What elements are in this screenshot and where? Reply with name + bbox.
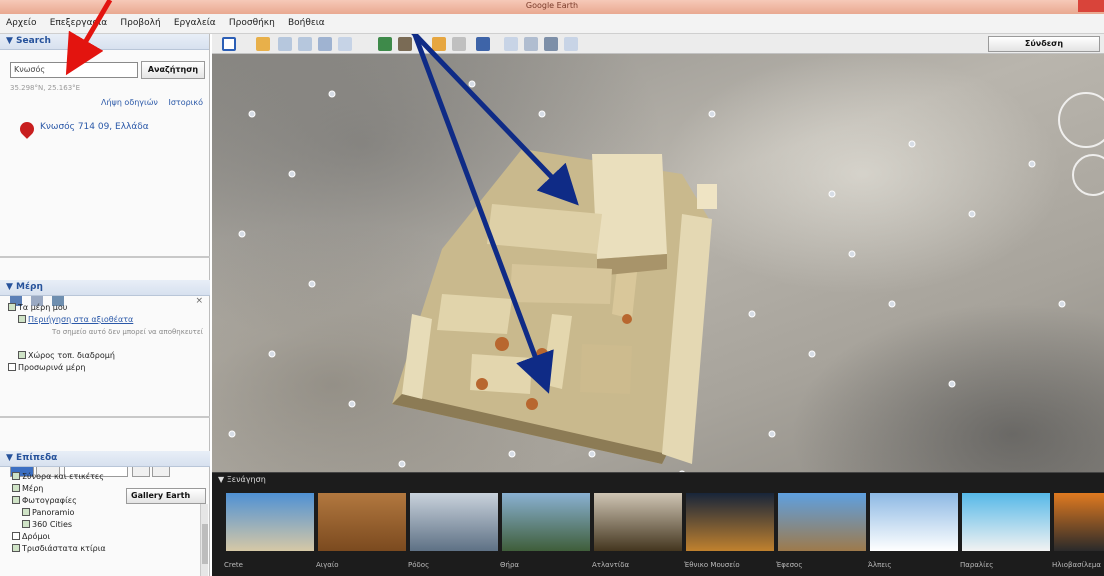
left-sidebar: ▼ Search Κνωσός Αναζήτηση 35.298°N, 25.1… bbox=[0, 34, 210, 576]
search-coordinates: 35.298°N, 25.163°E bbox=[10, 84, 81, 92]
layer-item[interactable]: Panoramio bbox=[12, 507, 106, 519]
tree-note: Το σημείο αυτό δεν μπορεί να αποθηκευτεί bbox=[52, 328, 204, 336]
tree-item[interactable]: Χώρος τοπ. διαδρομή bbox=[8, 350, 203, 362]
menu-help[interactable]: Βοήθεια bbox=[282, 14, 329, 28]
tour-caption: Ηλιοβασίλεμα bbox=[1052, 561, 1101, 569]
layers-tree: Σύνορα και ετικέτες Μέρη Φωτογραφίες Pan… bbox=[12, 471, 106, 555]
tour-caption: Παραλίες bbox=[960, 561, 994, 569]
places-tree: Τα μέρη μου Περιήγηση στα αξιοθέατα Το σ… bbox=[8, 302, 203, 374]
layers-panel-header[interactable]: ▼ Επίπεδα bbox=[0, 451, 210, 467]
tour-thumb[interactable] bbox=[502, 493, 590, 551]
history-link[interactable]: Ιστορικό bbox=[168, 98, 203, 107]
tour-thumb[interactable] bbox=[594, 493, 682, 551]
tour-thumbnails bbox=[218, 493, 1104, 553]
tour-thumb[interactable] bbox=[962, 493, 1050, 551]
layer-item[interactable]: Μέρη bbox=[12, 483, 106, 495]
annotation-arrow-red bbox=[65, 0, 113, 76]
layers-scrollbar[interactable] bbox=[200, 504, 208, 576]
tour-caption: Αιγαίο bbox=[316, 561, 339, 569]
tour-header[interactable]: ▼ Ξενάγηση bbox=[212, 473, 1104, 487]
gallery-button[interactable]: Gallery Earth bbox=[126, 488, 206, 504]
panel-divider bbox=[0, 416, 210, 418]
layer-item[interactable]: Φωτογραφίες bbox=[12, 495, 106, 507]
search-links: Λήψη οδηγιών Ιστορικό bbox=[93, 98, 203, 107]
directions-link[interactable]: Λήψη οδηγιών bbox=[101, 98, 158, 107]
layer-item[interactable]: Σύνορα και ετικέτες bbox=[12, 471, 106, 483]
tour-strip: ▼ Ξενάγηση Crete Αιγαίο Ρόδος Θήρα Ατλαν… bbox=[212, 472, 1104, 576]
tour-caption: Crete bbox=[224, 561, 243, 569]
layer-item[interactable]: Τρισδιάστατα κτίρια bbox=[12, 543, 106, 555]
arrow-lower bbox=[412, 34, 554, 394]
result-pin-icon bbox=[17, 119, 37, 139]
tour-caption: Ατλαντίδα bbox=[592, 561, 630, 569]
tour-thumb[interactable] bbox=[686, 493, 774, 551]
places-panel-header[interactable]: ▼ Μέρη bbox=[0, 280, 210, 296]
menu-add[interactable]: Προσθήκη bbox=[223, 14, 279, 28]
tour-caption: Άλπεις bbox=[868, 561, 892, 569]
panel-divider bbox=[0, 256, 210, 258]
tour-thumb[interactable] bbox=[1054, 493, 1104, 551]
map-area: Σύνδεση ▼ Ξενάγηση Crete Αιγαίο Ρόδος Θή… bbox=[212, 34, 1104, 576]
close-window-button[interactable] bbox=[1078, 0, 1104, 12]
tree-item[interactable]: Προσωρινά μέρη bbox=[8, 362, 203, 374]
search-result[interactable]: Κνωσός 714 09, Ελλάδα bbox=[40, 122, 149, 132]
tour-caption: Έθνικο Μουσείο bbox=[684, 561, 740, 569]
tree-item[interactable]: Τα μέρη μου bbox=[8, 302, 203, 314]
tree-item[interactable]: Περιήγηση στα αξιοθέατα bbox=[8, 314, 203, 326]
tour-thumb[interactable] bbox=[410, 493, 498, 551]
annotation-arrows bbox=[411, 34, 579, 394]
layer-item[interactable]: 360 Cities bbox=[12, 519, 106, 531]
arrow-upper bbox=[411, 34, 579, 206]
tour-thumb[interactable] bbox=[778, 493, 866, 551]
tour-caption: Έφεσος bbox=[776, 561, 803, 569]
tour-caption: Ρόδος bbox=[408, 561, 430, 569]
tour-thumb[interactable] bbox=[870, 493, 958, 551]
layer-item[interactable]: Δρόμοι bbox=[12, 531, 106, 543]
tour-thumb[interactable] bbox=[226, 493, 314, 551]
tour-caption: Θήρα bbox=[500, 561, 520, 569]
tour-thumb[interactable] bbox=[318, 493, 406, 551]
